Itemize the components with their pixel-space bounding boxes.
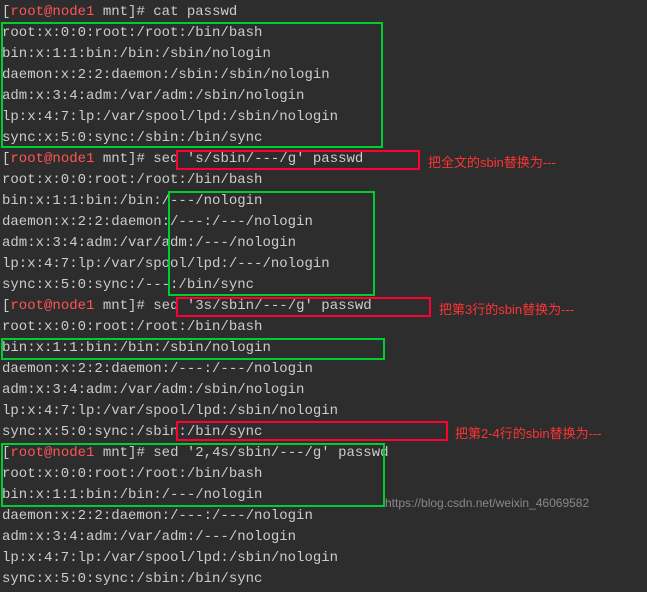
output-line: adm:x:3:4:adm:/var/adm:/sbin/nologin	[2, 86, 645, 107]
output-line: adm:x:3:4:adm:/var/adm:/sbin/nologin	[2, 380, 645, 401]
output-line: sync:x:5:0:sync:/sbin:/bin/sync	[2, 128, 645, 149]
output-line: sync:x:5:0:sync:/---:/bin/sync	[2, 275, 645, 296]
output-line: root:x:0:0:root:/root:/bin/bash	[2, 170, 645, 191]
watermark-text: https://blog.csdn.net/weixin_46069582	[385, 494, 589, 512]
output-line: root:x:0:0:root:/root:/bin/bash	[2, 23, 645, 44]
prompt-symbol: #	[136, 151, 144, 167]
prompt-user: root@node1	[10, 445, 94, 461]
command-text: sed 's/sbin/---/g' passwd	[153, 151, 363, 167]
prompt-path: mnt	[103, 4, 128, 20]
output-line: sync:x:5:0:sync:/sbin:/bin/sync	[2, 569, 645, 590]
output-line: root:x:0:0:root:/root:/bin/bash	[2, 464, 645, 485]
prompt-user: root@node1	[10, 4, 94, 20]
prompt-symbol: #	[136, 445, 144, 461]
prompt-symbol: #	[136, 4, 144, 20]
prompt-path: mnt	[103, 151, 128, 167]
output-line: lp:x:4:7:lp:/var/spool/lpd:/sbin/nologin	[2, 401, 645, 422]
output-line: bin:x:1:1:bin:/bin:/sbin/nologin	[2, 44, 645, 65]
prompt-line[interactable]: [root@node1 mnt]# cat passwd	[2, 2, 645, 23]
output-line: lp:x:4:7:lp:/var/spool/lpd:/sbin/nologin	[2, 107, 645, 128]
output-line: lp:x:4:7:lp:/var/spool/lpd:/---/nologin	[2, 254, 645, 275]
annotation-text: 把第3行的sbin替换为---	[439, 300, 574, 320]
command-text: sed '3s/sbin/---/g' passwd	[153, 298, 371, 314]
prompt-user: root@node1	[10, 298, 94, 314]
output-line: lp:x:4:7:lp:/var/spool/lpd:/sbin/nologin	[2, 548, 645, 569]
prompt-line[interactable]: [root@node1 mnt]# sed '2,4s/sbin/---/g' …	[2, 443, 645, 464]
command-text: cat passwd	[153, 4, 237, 20]
output-line: adm:x:3:4:adm:/var/adm:/---/nologin	[2, 233, 645, 254]
prompt-path: mnt	[103, 445, 128, 461]
prompt-path: mnt	[103, 298, 128, 314]
prompt-user: root@node1	[10, 151, 94, 167]
output-line: daemon:x:2:2:daemon:/---:/---/nologin	[2, 212, 645, 233]
output-line: bin:x:1:1:bin:/bin:/sbin/nologin	[2, 338, 645, 359]
output-line: bin:x:1:1:bin:/bin:/---/nologin	[2, 191, 645, 212]
output-line: root:x:0:0:root:/root:/bin/bash	[2, 317, 645, 338]
annotation-text: 把全文的sbin替换为---	[428, 153, 556, 173]
output-line: daemon:x:2:2:daemon:/sbin:/sbin/nologin	[2, 65, 645, 86]
output-line: adm:x:3:4:adm:/var/adm:/---/nologin	[2, 527, 645, 548]
prompt-symbol: #	[136, 298, 144, 314]
command-text: sed '2,4s/sbin/---/g' passwd	[153, 445, 388, 461]
annotation-text: 把第2-4行的sbin替换为---	[455, 424, 602, 444]
output-line: daemon:x:2:2:daemon:/---:/---/nologin	[2, 359, 645, 380]
